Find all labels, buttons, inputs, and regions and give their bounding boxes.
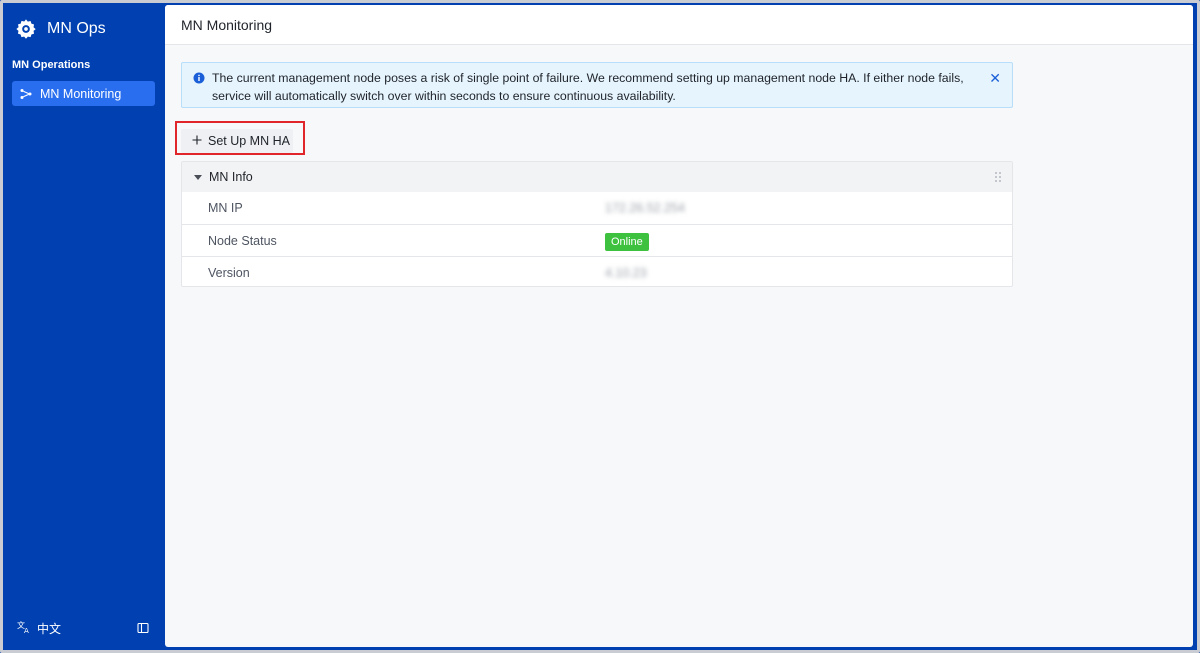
row-label: Node Status [208, 233, 277, 248]
gear-settings-icon [15, 18, 37, 40]
sidebar: MN Ops MN Operations MN Monitoring 文 A 中… [3, 3, 165, 650]
svg-text:A: A [24, 627, 29, 634]
brand[interactable]: MN Ops [15, 15, 106, 43]
close-icon[interactable]: ✕ [989, 69, 1001, 87]
row-label: MN IP [208, 201, 243, 215]
mn-ip-value: 172.26.52.254 [605, 201, 685, 215]
node-status-cell: Online [605, 232, 649, 251]
drag-handle-icon[interactable] [994, 171, 1002, 183]
plus-icon [192, 134, 202, 148]
app-name: MN Ops [47, 20, 106, 37]
mn-info-panel: MN Info MN IP 172.26.52.254 Node Status … [181, 161, 1013, 287]
sidebar-collapse-icon[interactable] [137, 621, 151, 635]
mn-info-title: MN Info [209, 170, 253, 184]
status-badge: Online [605, 232, 649, 251]
table-row: Version 4.10.23 [182, 256, 1012, 288]
nav-section-label: MN Operations [12, 59, 91, 71]
info-icon [193, 71, 205, 84]
page-header: MN Monitoring [165, 5, 1193, 45]
sidebar-item-label: MN Monitoring [40, 86, 122, 101]
main-content: MN Monitoring The current management nod… [165, 5, 1193, 647]
alert-text: The current management node poses a risk… [212, 71, 964, 103]
language-switch[interactable]: 文 A 中文 [17, 620, 61, 637]
table-row: Node Status Online [182, 224, 1012, 256]
mn-info-panel-header[interactable]: MN Info [182, 162, 1012, 192]
caret-down-icon [194, 174, 202, 180]
page-title: MN Monitoring [181, 16, 273, 33]
translate-icon: 文 A [17, 620, 31, 637]
mn-info-rows: MN IP 172.26.52.254 Node Status Online V… [182, 192, 1012, 288]
ha-warning-alert: The current management node poses a risk… [181, 62, 1013, 108]
language-label: 中文 [37, 621, 62, 636]
sidebar-item-mn-monitoring[interactable]: MN Monitoring [12, 81, 155, 106]
table-row: MN IP 172.26.52.254 [182, 192, 1012, 224]
version-value: 4.10.23 [605, 265, 647, 280]
set-up-mn-ha-label: Set Up MN HA [208, 134, 290, 148]
set-up-mn-ha-button[interactable]: Set Up MN HA [181, 129, 293, 153]
row-label: Version [208, 265, 250, 280]
sidebar-footer: 文 A 中文 [17, 618, 151, 638]
topology-icon [20, 88, 32, 100]
